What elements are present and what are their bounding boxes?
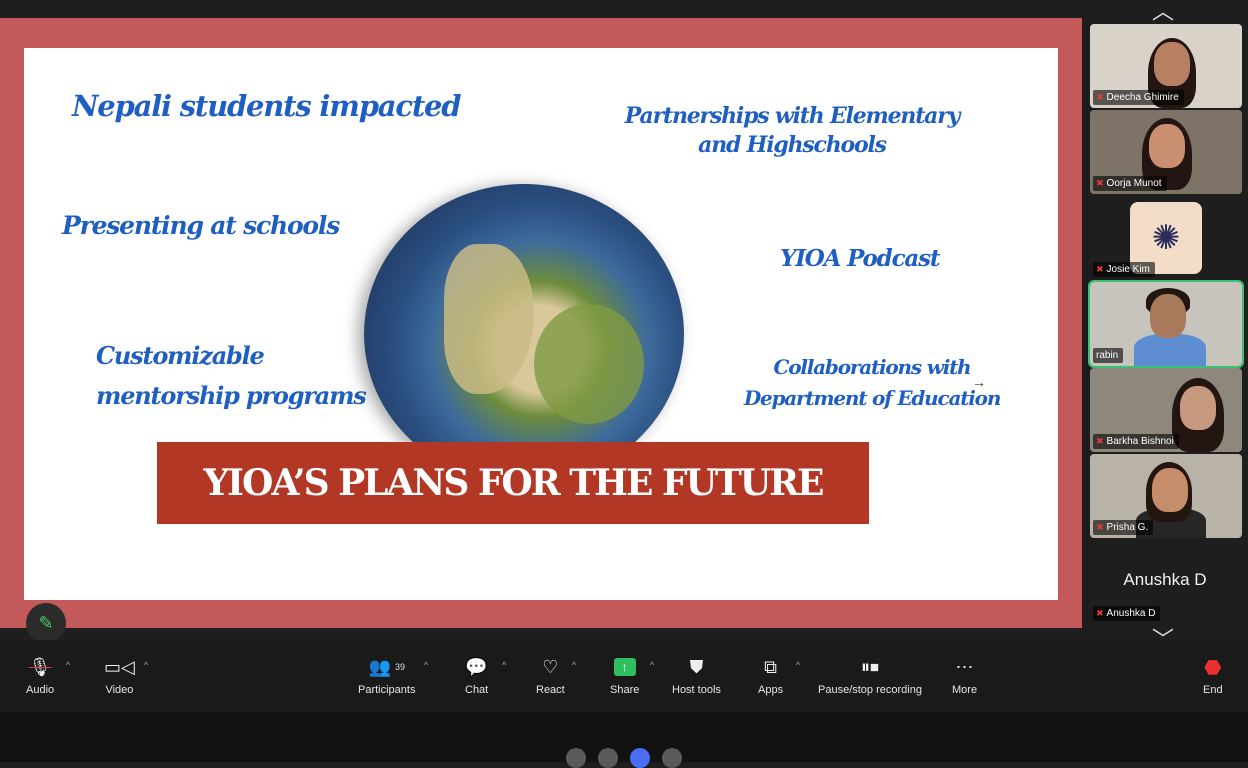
- participants-count: 39: [394, 662, 405, 672]
- end-label: End: [1203, 684, 1223, 696]
- record-label: Pause/stop recording: [818, 684, 922, 696]
- chat-icon: 💬: [465, 656, 488, 677]
- share-label: Share: [610, 684, 640, 696]
- participant-name: Anushka D: [1106, 608, 1156, 619]
- share-caret-icon[interactable]: ^: [650, 660, 654, 670]
- mic-muted-icon: ✖: [1096, 92, 1104, 102]
- slide-item-mentorship: Customizable mentorship programs: [96, 341, 367, 410]
- apps-icon: ⧉: [764, 656, 777, 677]
- pause-stop-recording-button[interactable]: ⏸⏹ Pause/stop recording: [818, 654, 922, 697]
- mic-muted-icon: ✖: [1096, 264, 1104, 274]
- react-label: React: [536, 684, 565, 696]
- participant-tile[interactable]: ✖ Barkha Bishnoi: [1090, 368, 1242, 452]
- audio-button[interactable]: 🎙 Audio: [26, 654, 55, 697]
- participant-name: Oorja Munot: [1106, 178, 1162, 189]
- apps-button[interactable]: ⧉ Apps: [758, 654, 784, 697]
- audio-label: Audio: [26, 684, 55, 696]
- heart-icon: ♡: [542, 656, 559, 677]
- host-tools-button[interactable]: ⛊ Host tools: [672, 654, 721, 697]
- apps-caret-icon[interactable]: ^: [796, 660, 800, 670]
- apps-label: Apps: [758, 684, 784, 696]
- slide-item-nepali-students: Nepali students impacted: [72, 89, 462, 123]
- host-tools-label: Host tools: [672, 684, 721, 696]
- shared-screen: Nepali students impacted Partnerships wi…: [0, 18, 1082, 628]
- audio-options-caret-icon[interactable]: ^: [66, 660, 70, 670]
- slide-item-presenting: Presenting at schools: [62, 211, 340, 240]
- video-label: Video: [105, 684, 134, 696]
- more-button[interactable]: ⋯ More: [952, 654, 978, 697]
- arrow-icon: →: [972, 374, 986, 390]
- participant-name: Prisha G.: [1106, 522, 1149, 533]
- presentation-slide: Nepali students impacted Partnerships wi…: [24, 48, 1058, 600]
- more-dots-icon: ⋯: [955, 656, 974, 677]
- participant-tile[interactable]: ✖ Prisha G.: [1090, 454, 1242, 538]
- camera-icon: ▭◁: [104, 656, 135, 677]
- slide-title: YIOA’S PLANS FOR THE FUTURE: [203, 462, 824, 504]
- participant-display-name: Anushka D: [1123, 570, 1207, 589]
- slide-item-podcast: YIOA Podcast: [780, 245, 940, 272]
- record-controls-icon: ⏸⏹: [860, 656, 879, 677]
- participants-caret-icon[interactable]: ^: [424, 660, 428, 670]
- participant-name: Deecha Ghimire: [1106, 92, 1179, 103]
- share-button[interactable]: ↑ Share: [610, 654, 639, 696]
- participant-name: Barkha Bishnoi: [1106, 436, 1174, 447]
- chat-caret-icon[interactable]: ^: [502, 660, 506, 670]
- participant-name: rabin: [1096, 350, 1119, 361]
- mic-muted-icon: ✖: [1096, 522, 1104, 532]
- participant-tile[interactable]: ✺ ✖ Josie Kim: [1090, 196, 1242, 280]
- shield-icon: ⛊: [689, 656, 704, 677]
- video-button[interactable]: ▭◁ Video: [104, 654, 135, 697]
- annotate-pencil-button[interactable]: ✎: [26, 603, 66, 643]
- chat-button[interactable]: 💬 Chat: [465, 654, 489, 697]
- video-gallery: ︿ ✖ Deecha Ghimire ✖ Oorja Munot ✺ ✖ Josie …: [1082, 0, 1248, 652]
- participant-tile[interactable]: ✖ Deecha Ghimire: [1090, 24, 1242, 108]
- mic-muted-icon: 🎙: [28, 656, 52, 677]
- page-dot[interactable]: [598, 748, 618, 768]
- mic-muted-icon: ✖: [1096, 178, 1104, 188]
- more-label: More: [952, 684, 978, 696]
- meeting-toolbar: 🎙 Audio ^ ▭◁ Video ^ 👥 39 Participants ^ …: [0, 640, 1248, 712]
- participant-tile[interactable]: ✖ Oorja Munot: [1090, 110, 1242, 194]
- react-button[interactable]: ♡ React: [536, 654, 565, 697]
- participant-name: Josie Kim: [1106, 264, 1150, 275]
- participants-icon: 👥: [368, 656, 391, 677]
- globe-image: [364, 184, 684, 484]
- page-dot[interactable]: [662, 748, 682, 768]
- share-screen-icon: ↑: [613, 658, 636, 676]
- end-button[interactable]: ⬣ End: [1203, 654, 1223, 697]
- participant-tile-active-speaker[interactable]: rabin: [1088, 280, 1244, 368]
- react-caret-icon[interactable]: ^: [572, 660, 576, 670]
- participants-button[interactable]: 👥 39 Participants: [358, 654, 416, 697]
- mic-muted-icon: ✖: [1096, 436, 1104, 446]
- scroll-up-chevron-icon[interactable]: ︿: [1152, 0, 1174, 26]
- end-meeting-icon: ⬣: [1204, 656, 1222, 679]
- slide-item-partnerships: Partnerships with Elementary and Highsch…: [624, 103, 961, 158]
- page-dot[interactable]: [566, 748, 586, 768]
- page-dot-active[interactable]: [630, 748, 650, 768]
- page-indicator[interactable]: [566, 748, 682, 768]
- mic-muted-icon: ✖: [1096, 608, 1104, 618]
- participant-tile-video-off[interactable]: Anushka D ✖ Anushka D: [1090, 540, 1242, 624]
- chat-label: Chat: [465, 684, 489, 696]
- slide-title-banner: YIOA’S PLANS FOR THE FUTURE: [157, 442, 869, 524]
- video-options-caret-icon[interactable]: ^: [144, 660, 148, 670]
- participants-label: Participants: [358, 684, 416, 696]
- pencil-icon: ✎: [38, 612, 54, 633]
